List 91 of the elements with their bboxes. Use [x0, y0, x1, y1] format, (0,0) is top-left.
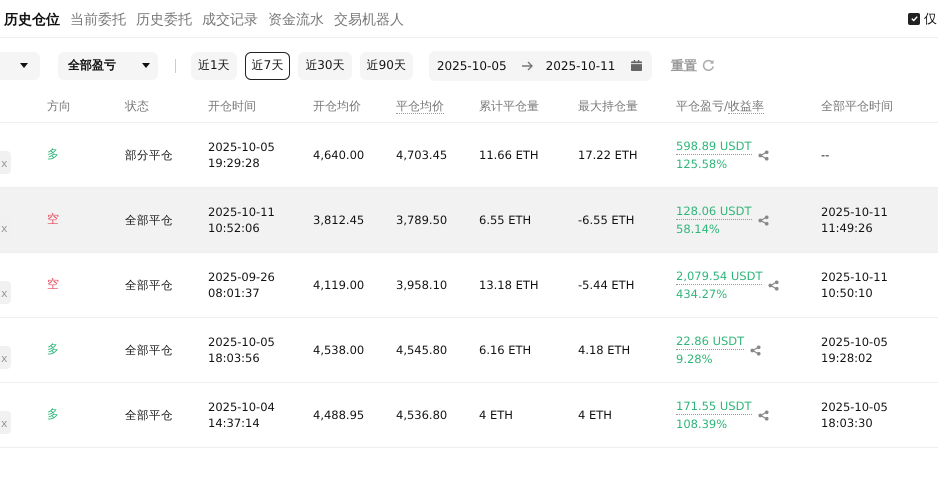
table-cell: 3,789.50 — [396, 212, 448, 228]
table-cell: 4,640.00 — [313, 147, 364, 163]
share-icon[interactable] — [758, 150, 768, 160]
roi-value: 434.27% — [676, 286, 728, 301]
check-icon — [910, 14, 918, 23]
roi-value: 9.28% — [676, 351, 713, 366]
table-cell: 3,958.10 — [396, 277, 448, 293]
table-cell: 3,812.45 — [313, 212, 364, 228]
leverage-badge: x — [0, 280, 11, 304]
roi-value: 58.14% — [676, 221, 720, 236]
leverage-badge: x — [0, 410, 11, 434]
table-cell: 2025-10-11 10:52:06 — [208, 204, 275, 236]
table-cell: 2025-09-26 08:01:37 — [208, 269, 275, 301]
table-cell: 2025-10-05 19:28:02 — [821, 334, 888, 366]
share-icon[interactable] — [768, 280, 780, 290]
table-cell: 部分平仓 — [125, 147, 173, 163]
column-header: 平仓盈亏/收益率 — [676, 99, 764, 114]
column-header: 累计平仓量 — [479, 99, 539, 113]
table-cell: 4,488.95 — [313, 407, 364, 423]
table-row[interactable]: x 空 全部平仓 2025-10-11 10:52:06 3,812.45 3,789.50 6.55 ETH -6.55 ETH 128.06 USDT 58.14% 2025-10-11 11:49:26 — [0, 188, 938, 253]
period-button[interactable]: 近90天 — [360, 52, 413, 80]
table-row[interactable]: x 多 全部平仓 2025-10-05 18:03:56 4,538.00 4,545.80 6.16 ETH 4.18 ETH 22.86 USDT 9.28% 2025-10-05 19:28:02 — [0, 318, 938, 383]
table-cell: 全部平仓 — [125, 342, 173, 358]
tab[interactable]: 交易机器人 — [334, 0, 404, 37]
table-cell: 4,545.80 — [396, 342, 448, 358]
table-cell: 17.22 ETH — [578, 147, 638, 163]
checkbox-label: 仅 — [924, 10, 937, 28]
table-cell: 11.66 ETH — [479, 147, 539, 163]
share-icon[interactable] — [758, 410, 768, 420]
table-cell: 全部平仓 — [125, 277, 173, 293]
leverage-badge: x — [0, 346, 11, 368]
table-row[interactable]: x 空 全部平仓 2025-09-26 08:01:37 4,119.00 3,958.10 13.18 ETH -5.44 ETH 2,079.54 USDT 434.27% 2025-10-11 10:50:10 — [0, 253, 938, 318]
tab[interactable]: 当前委托 — [70, 0, 126, 37]
column-header: 开仓时间 — [208, 99, 256, 113]
table-cell: 13.18 ETH — [479, 277, 539, 293]
date-range-field[interactable]: 2025-10-05 2025-10-11 — [428, 50, 652, 80]
table-cell: 4,538.00 — [313, 342, 364, 358]
share-icon[interactable] — [758, 214, 768, 226]
table-cell: 全部平仓 — [125, 212, 173, 228]
share-icon[interactable] — [750, 344, 762, 356]
table-row[interactable]: x 多 全部平仓 2025-10-04 14:37:14 4,488.95 4,536.80 4 ETH 4 ETH 171.55 USDT 108.39% 2025-10-05 18:03:30 — [0, 383, 938, 448]
table-cell: 2025-10-11 10:50:10 — [821, 269, 888, 301]
caret-icon — [20, 63, 28, 68]
tab[interactable]: 资金流水 — [268, 0, 324, 37]
table-cell: 4,703.45 — [396, 147, 448, 163]
side-label: 空 — [47, 210, 59, 228]
table-cell: 4 ETH — [479, 407, 513, 423]
roi-value: 108.39% — [676, 416, 728, 431]
side-label: 多 — [47, 406, 59, 422]
table-cell: 全部平仓 — [125, 407, 173, 423]
table-cell: 4,119.00 — [313, 277, 364, 293]
side-label: 多 — [47, 340, 59, 358]
caret-icon — [142, 63, 150, 68]
column-header: 最大持仓量 — [578, 99, 638, 113]
refresh-icon — [702, 59, 715, 72]
table-cell: -6.55 ETH — [578, 212, 634, 228]
table-cell: 2025-10-04 14:37:14 — [208, 399, 275, 431]
column-header: 平仓均价 — [396, 99, 444, 114]
tab[interactable]: 历史委托 — [136, 0, 192, 37]
pnl-value: 128.06 USDT — [676, 204, 752, 220]
table-cell: 2025-10-05 18:03:30 — [821, 399, 888, 431]
table-cell: 2025-10-11 11:49:26 — [821, 204, 888, 236]
table-cell: 2025-10-05 19:29:28 — [208, 139, 275, 171]
tab[interactable]: 成交记录 — [202, 0, 258, 37]
period-button[interactable]: 近1天 — [191, 52, 237, 80]
column-header: 开仓均价 — [313, 99, 361, 113]
roi-value: 125.58% — [676, 156, 728, 171]
period-button[interactable]: 近30天 — [298, 52, 352, 80]
table-cell: 4.18 ETH — [578, 342, 630, 358]
table-cell: 4,536.80 — [396, 407, 448, 423]
checkbox[interactable] — [908, 12, 920, 24]
table-cell: 2025-10-05 18:03:56 — [208, 334, 275, 366]
table-cell: -5.44 ETH — [578, 277, 634, 293]
table-cell: 6.16 ETH — [479, 342, 532, 358]
table-cell: 4 ETH — [578, 407, 612, 423]
arrow-icon — [522, 60, 534, 70]
period-button[interactable]: 近7天 — [244, 52, 290, 80]
pnl-value: 2,079.54 USDT — [676, 269, 762, 285]
side-label: 多 — [47, 146, 59, 162]
column-header: 状态 — [125, 99, 149, 113]
pnl-value: 171.55 USDT — [676, 399, 752, 415]
calendar-icon — [630, 60, 642, 71]
leverage-badge: x — [0, 150, 11, 174]
pnl-value: 598.89 USDT — [676, 139, 752, 155]
table-cell: 6.55 ETH — [479, 212, 532, 228]
column-header: 方向 — [47, 99, 71, 113]
table-cell: -- — [821, 147, 830, 163]
side-label: 空 — [47, 276, 59, 292]
pnl-dropdown[interactable]: 全部盈亏 — [58, 52, 158, 80]
column-header: 全部平仓时间 — [821, 99, 893, 113]
pnl-value: 22.86 USDT — [676, 334, 744, 350]
